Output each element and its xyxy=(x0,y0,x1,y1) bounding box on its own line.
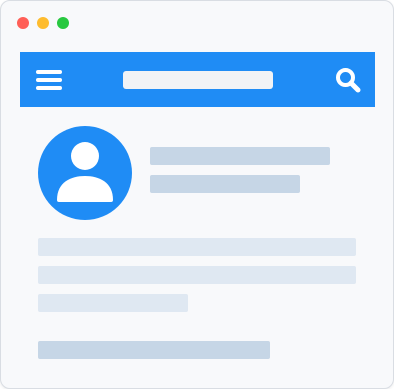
app-navbar xyxy=(20,52,375,107)
profile-subtitle-placeholder xyxy=(150,175,300,193)
close-window-button[interactable] xyxy=(17,17,29,29)
profile-name-placeholder xyxy=(150,147,330,165)
search-icon[interactable] xyxy=(334,66,362,94)
hamburger-menu-icon[interactable] xyxy=(36,68,62,91)
user-avatar-icon xyxy=(57,142,113,202)
user-avatar[interactable] xyxy=(38,126,132,220)
minimize-window-button[interactable] xyxy=(37,17,49,29)
content-line-placeholder xyxy=(38,294,188,312)
footer-line-placeholder xyxy=(38,341,270,359)
search-input[interactable] xyxy=(123,71,273,89)
maximize-window-button[interactable] xyxy=(57,17,69,29)
content-line-placeholder xyxy=(38,266,356,284)
content-line-placeholder xyxy=(38,238,356,256)
